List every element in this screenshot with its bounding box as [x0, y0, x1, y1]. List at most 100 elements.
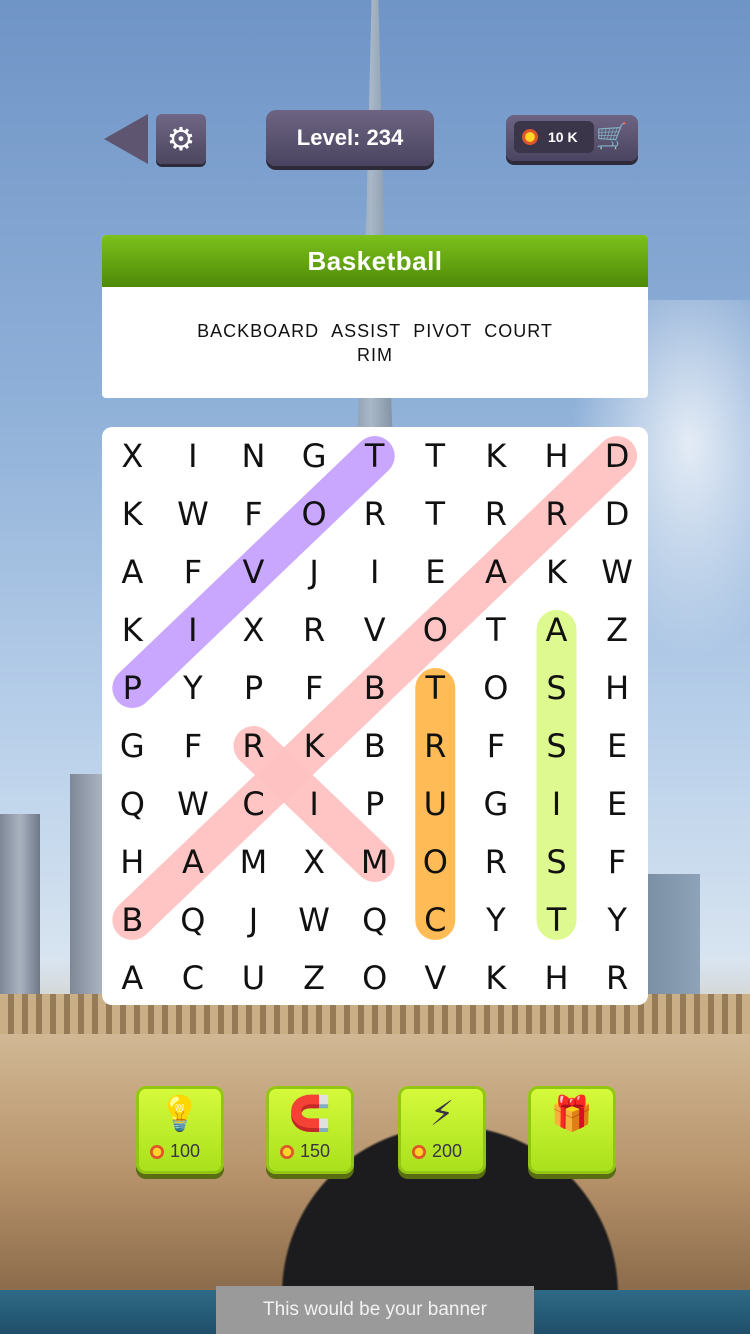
grid-cell[interactable]: O: [405, 601, 466, 659]
grid-cell[interactable]: V: [223, 543, 284, 601]
grid-cell[interactable]: T: [405, 485, 466, 543]
grid-cell[interactable]: M: [344, 833, 405, 891]
grid-cell[interactable]: E: [587, 775, 648, 833]
hint-button[interactable]: 💡 100: [136, 1086, 224, 1174]
grid-cell[interactable]: V: [405, 949, 466, 1005]
grid-cell[interactable]: M: [223, 833, 284, 891]
grid-cell[interactable]: A: [102, 949, 163, 1005]
grid-cell[interactable]: I: [344, 543, 405, 601]
grid-cell[interactable]: Q: [344, 891, 405, 949]
grid-cell[interactable]: I: [284, 775, 345, 833]
grid-cell[interactable]: R: [405, 717, 466, 775]
grid-cell[interactable]: S: [526, 833, 587, 891]
grid-cell[interactable]: G: [284, 427, 345, 485]
grid-cell[interactable]: W: [163, 485, 224, 543]
grid-cell[interactable]: J: [223, 891, 284, 949]
grid-cell[interactable]: H: [102, 833, 163, 891]
grid-cell[interactable]: B: [102, 891, 163, 949]
grid-cell[interactable]: P: [344, 775, 405, 833]
grid-cell[interactable]: I: [163, 601, 224, 659]
grid-cell[interactable]: G: [466, 775, 527, 833]
grid-cell[interactable]: B: [344, 659, 405, 717]
grid-cell[interactable]: U: [223, 949, 284, 1005]
grid-cell[interactable]: R: [223, 717, 284, 775]
grid-cell[interactable]: K: [284, 717, 345, 775]
grid-cell[interactable]: R: [526, 485, 587, 543]
grid-cell[interactable]: B: [344, 717, 405, 775]
cart-icon[interactable]: 🛒: [596, 121, 628, 153]
grid-cell[interactable]: F: [223, 485, 284, 543]
grid-cell[interactable]: R: [466, 833, 527, 891]
grid-cell[interactable]: E: [587, 717, 648, 775]
settings-button[interactable]: ⚙: [156, 114, 206, 164]
grid-cell[interactable]: Z: [587, 601, 648, 659]
grid-cell[interactable]: Y: [587, 891, 648, 949]
grid-cell[interactable]: K: [466, 949, 527, 1005]
grid-cell[interactable]: O: [344, 949, 405, 1005]
grid-cell[interactable]: A: [466, 543, 527, 601]
grid-cell[interactable]: X: [223, 601, 284, 659]
letter-grid[interactable]: XINGTTKHDKWFORTRRDAFVJIEAKWKIXRVOTAZPYPF…: [102, 427, 648, 1005]
lightning-icon: ⚡: [430, 1094, 454, 1134]
grid-cell[interactable]: F: [163, 717, 224, 775]
grid-cell[interactable]: W: [284, 891, 345, 949]
grid-cell[interactable]: Q: [102, 775, 163, 833]
grid-cell[interactable]: N: [223, 427, 284, 485]
grid-cell[interactable]: K: [526, 543, 587, 601]
grid-cell[interactable]: A: [526, 601, 587, 659]
grid-cell[interactable]: I: [163, 427, 224, 485]
grid-cell[interactable]: J: [284, 543, 345, 601]
grid-cell[interactable]: Y: [163, 659, 224, 717]
grid-cell[interactable]: T: [344, 427, 405, 485]
grid-cell[interactable]: Y: [466, 891, 527, 949]
grid-cell[interactable]: G: [102, 717, 163, 775]
grid-cell[interactable]: R: [284, 601, 345, 659]
grid-cell[interactable]: F: [466, 717, 527, 775]
grid-cell[interactable]: V: [344, 601, 405, 659]
grid-cell[interactable]: S: [526, 659, 587, 717]
grid-cell[interactable]: H: [587, 659, 648, 717]
grid-cell[interactable]: T: [526, 891, 587, 949]
grid-cell[interactable]: K: [102, 485, 163, 543]
grid-cell[interactable]: A: [102, 543, 163, 601]
grid-cell[interactable]: P: [102, 659, 163, 717]
grid-cell[interactable]: H: [526, 427, 587, 485]
grid-cell[interactable]: I: [526, 775, 587, 833]
grid-cell[interactable]: O: [466, 659, 527, 717]
grid-cell[interactable]: K: [102, 601, 163, 659]
lightbulb-icon: 💡: [158, 1094, 202, 1134]
grid-cell[interactable]: Q: [163, 891, 224, 949]
grid-cell[interactable]: K: [466, 427, 527, 485]
magnet-button[interactable]: 🧲 150: [266, 1086, 354, 1174]
lightning-button[interactable]: ⚡ 200: [398, 1086, 486, 1174]
grid-cell[interactable]: O: [405, 833, 466, 891]
grid-cell[interactable]: D: [587, 485, 648, 543]
grid-cell[interactable]: S: [526, 717, 587, 775]
ad-banner[interactable]: This would be your banner: [216, 1286, 534, 1334]
grid-cell[interactable]: F: [284, 659, 345, 717]
gift-video-button[interactable]: 🎁: [528, 1086, 616, 1174]
grid-cell[interactable]: D: [587, 427, 648, 485]
grid-cell[interactable]: R: [344, 485, 405, 543]
grid-cell[interactable]: W: [163, 775, 224, 833]
grid-cell[interactable]: X: [102, 427, 163, 485]
grid-cell[interactable]: R: [466, 485, 527, 543]
grid-cell[interactable]: Z: [284, 949, 345, 1005]
grid-cell[interactable]: P: [223, 659, 284, 717]
grid-cell[interactable]: C: [163, 949, 224, 1005]
grid-cell[interactable]: E: [405, 543, 466, 601]
grid-cell[interactable]: T: [405, 427, 466, 485]
grid-cell[interactable]: T: [466, 601, 527, 659]
grid-cell[interactable]: F: [163, 543, 224, 601]
grid-cell[interactable]: O: [284, 485, 345, 543]
grid-cell[interactable]: C: [223, 775, 284, 833]
grid-cell[interactable]: F: [587, 833, 648, 891]
grid-cell[interactable]: T: [405, 659, 466, 717]
grid-cell[interactable]: C: [405, 891, 466, 949]
grid-cell[interactable]: X: [284, 833, 345, 891]
grid-cell[interactable]: H: [526, 949, 587, 1005]
grid-cell[interactable]: U: [405, 775, 466, 833]
grid-cell[interactable]: R: [587, 949, 648, 1005]
grid-cell[interactable]: A: [163, 833, 224, 891]
grid-cell[interactable]: W: [587, 543, 648, 601]
